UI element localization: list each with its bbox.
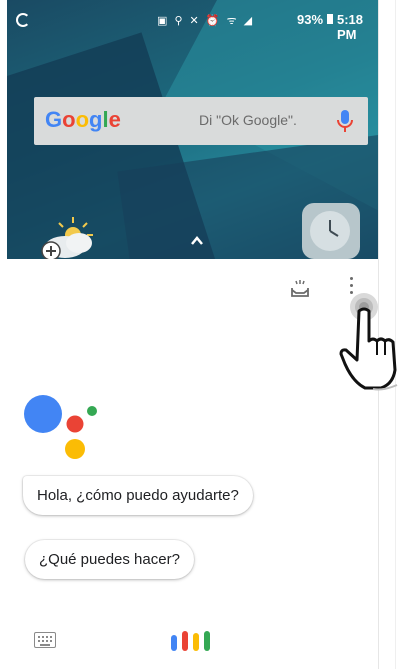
search-hint: Di "Ok Google". (199, 112, 297, 128)
clock-hands-icon (329, 220, 339, 237)
google-search-widget[interactable]: Google Di "Ok Google". (34, 97, 368, 145)
assistant-mic-icon[interactable] (171, 629, 217, 651)
weather-widget-icon[interactable] (37, 215, 107, 259)
chevron-up-icon[interactable] (190, 234, 204, 248)
status-icons: ▣ ⚲ ✕ ⏰ ᯤ ◢ (157, 15, 255, 27)
assistant-panel: Hola, ¿cómo puedo ayudarte? ¿Qué puedes … (7, 259, 398, 669)
clock-app-icon[interactable] (302, 203, 360, 259)
status-clock: 5:18 PM (337, 12, 364, 42)
google-logo: Google (45, 107, 121, 132)
assistant-greeting-bubble: Hola, ¿cómo puedo ayudarte? (23, 476, 253, 515)
hand-pointer-icon (339, 293, 398, 391)
battery-percent: 93% (297, 12, 324, 27)
snapshot-tray-icon[interactable] (289, 278, 311, 300)
suggestion-chip[interactable]: ¿Qué puedes hacer? (25, 540, 194, 579)
sync-icon (16, 13, 30, 27)
mic-bar-red (182, 631, 188, 651)
google-assistant-logo (24, 395, 97, 459)
mic-bar-green (204, 631, 210, 651)
mic-bar-blue (171, 635, 177, 651)
home-screen: ▣ ⚲ ✕ ⏰ ᯤ ◢ 93% 5:18 PM Google Di "Ok Go… (7, 0, 378, 259)
battery-icon (327, 14, 333, 24)
screenshot-frame: ▣ ⚲ ✕ ⏰ ᯤ ◢ 93% 5:18 PM Google Di "Ok Go… (0, 0, 410, 669)
mic-bar-yellow (193, 633, 199, 651)
clock-face (310, 211, 350, 251)
mic-icon[interactable] (334, 109, 356, 133)
keyboard-icon[interactable] (34, 632, 56, 648)
status-bar: ▣ ⚲ ✕ ⏰ ᯤ ◢ 93% 5:18 PM (7, 0, 378, 42)
